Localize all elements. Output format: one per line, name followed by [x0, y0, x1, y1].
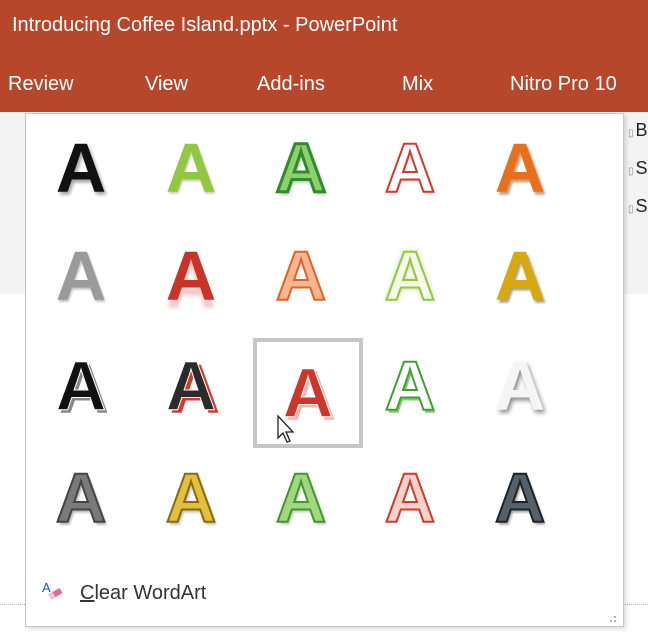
tab-review[interactable]: Review	[8, 73, 74, 96]
wordart-letter: A	[494, 347, 546, 425]
wordart-gray-pattern[interactable]: A	[33, 450, 129, 546]
wordart-letter: A	[384, 237, 437, 315]
wordart-green-outline[interactable]: A	[362, 338, 458, 434]
slide-border-right	[623, 604, 648, 606]
wordart-letter: A	[275, 459, 328, 537]
wordart-letter: A	[165, 237, 217, 315]
wordart-letter: A	[165, 459, 218, 537]
wordart-black-white-outline[interactable]: A	[33, 338, 129, 434]
tab-nitro-pro[interactable]: Nitro Pro 10	[510, 73, 617, 96]
wordart-gold-pattern[interactable]: A	[143, 450, 239, 546]
ribbon-item-s2[interactable]: ▯ S	[628, 196, 648, 217]
ribbon-item-b-label: B	[635, 120, 648, 140]
wordart-letter: A	[55, 347, 107, 425]
wordart-red-pattern[interactable]: A	[362, 450, 458, 546]
resize-grip-icon[interactable]	[605, 610, 617, 622]
ribbon-item-s2-label: S	[635, 196, 648, 216]
clear-wordart-label: Clear WordArt	[80, 582, 206, 605]
wordart-letter: A	[494, 459, 547, 537]
wordart-green-pattern[interactable]: A	[253, 450, 349, 546]
ribbon-tabs: Review View Add-ins Mix Nitro Pro 10	[0, 55, 648, 112]
wordart-orange-soft[interactable]: A	[253, 228, 349, 324]
title-bar: Introducing Coffee Island.pptx - PowerPo…	[0, 0, 648, 55]
wordart-letter: A	[165, 129, 217, 207]
wordart-light-green-gradient[interactable]: A	[143, 120, 239, 216]
tab-mix[interactable]: Mix	[402, 73, 433, 96]
tab-view[interactable]: View	[145, 73, 188, 96]
wordart-letter: A	[55, 237, 107, 315]
wordart-red-reflection[interactable]: A	[143, 228, 239, 324]
wordart-gallery: A A A A A A A A A A A A A A A A A A A A …	[25, 113, 624, 627]
wordart-black-shadow[interactable]: A	[33, 120, 129, 216]
wordart-letter: A	[384, 347, 437, 425]
wordart-green-outline-bevel[interactable]: A	[253, 120, 349, 216]
clear-wordart-text: lear WordArt	[94, 581, 207, 604]
wordart-light-green-glow[interactable]: A	[362, 228, 458, 324]
svg-text:A: A	[42, 580, 51, 595]
wordart-letter: A	[165, 347, 217, 425]
wordart-letter: A	[55, 129, 107, 207]
wordart-gray-gradient[interactable]: A	[33, 228, 129, 324]
wordart-letter: A	[494, 237, 546, 315]
ribbon-item-s1[interactable]: ▯ S	[628, 158, 648, 179]
wordart-orange-bevel[interactable]: A	[472, 120, 568, 216]
ribbon-item-b[interactable]: ▯ B	[628, 120, 648, 141]
clear-wordart-accelerator: C	[80, 581, 95, 604]
clear-wordart-icon: A	[40, 578, 66, 609]
window-title: Introducing Coffee Island.pptx - PowerPo…	[12, 14, 398, 36]
wordart-letter: A	[384, 129, 437, 207]
wordart-red-outline[interactable]: A	[362, 120, 458, 216]
wordart-gold-bevel[interactable]: A	[472, 228, 568, 324]
wordart-white-gray-shadow[interactable]: A	[472, 338, 568, 434]
wordart-letter: A	[55, 459, 108, 537]
mouse-cursor-icon	[276, 414, 302, 450]
wordart-red-selected[interactable]: A	[253, 338, 363, 448]
slide-border-left	[0, 604, 25, 606]
wordart-letter: A	[494, 129, 546, 207]
wordart-letter: A	[384, 459, 437, 537]
clear-wordart-button[interactable]: A Clear WordArt	[40, 577, 206, 609]
wordart-dark-pattern[interactable]: A	[472, 450, 568, 546]
ribbon-item-s1-label: S	[635, 158, 648, 178]
wordart-letter: A	[274, 129, 328, 207]
wordart-letter: A	[275, 237, 328, 315]
wordart-black-red-shadow[interactable]: A	[143, 338, 239, 434]
tab-add-ins[interactable]: Add-ins	[257, 73, 325, 96]
